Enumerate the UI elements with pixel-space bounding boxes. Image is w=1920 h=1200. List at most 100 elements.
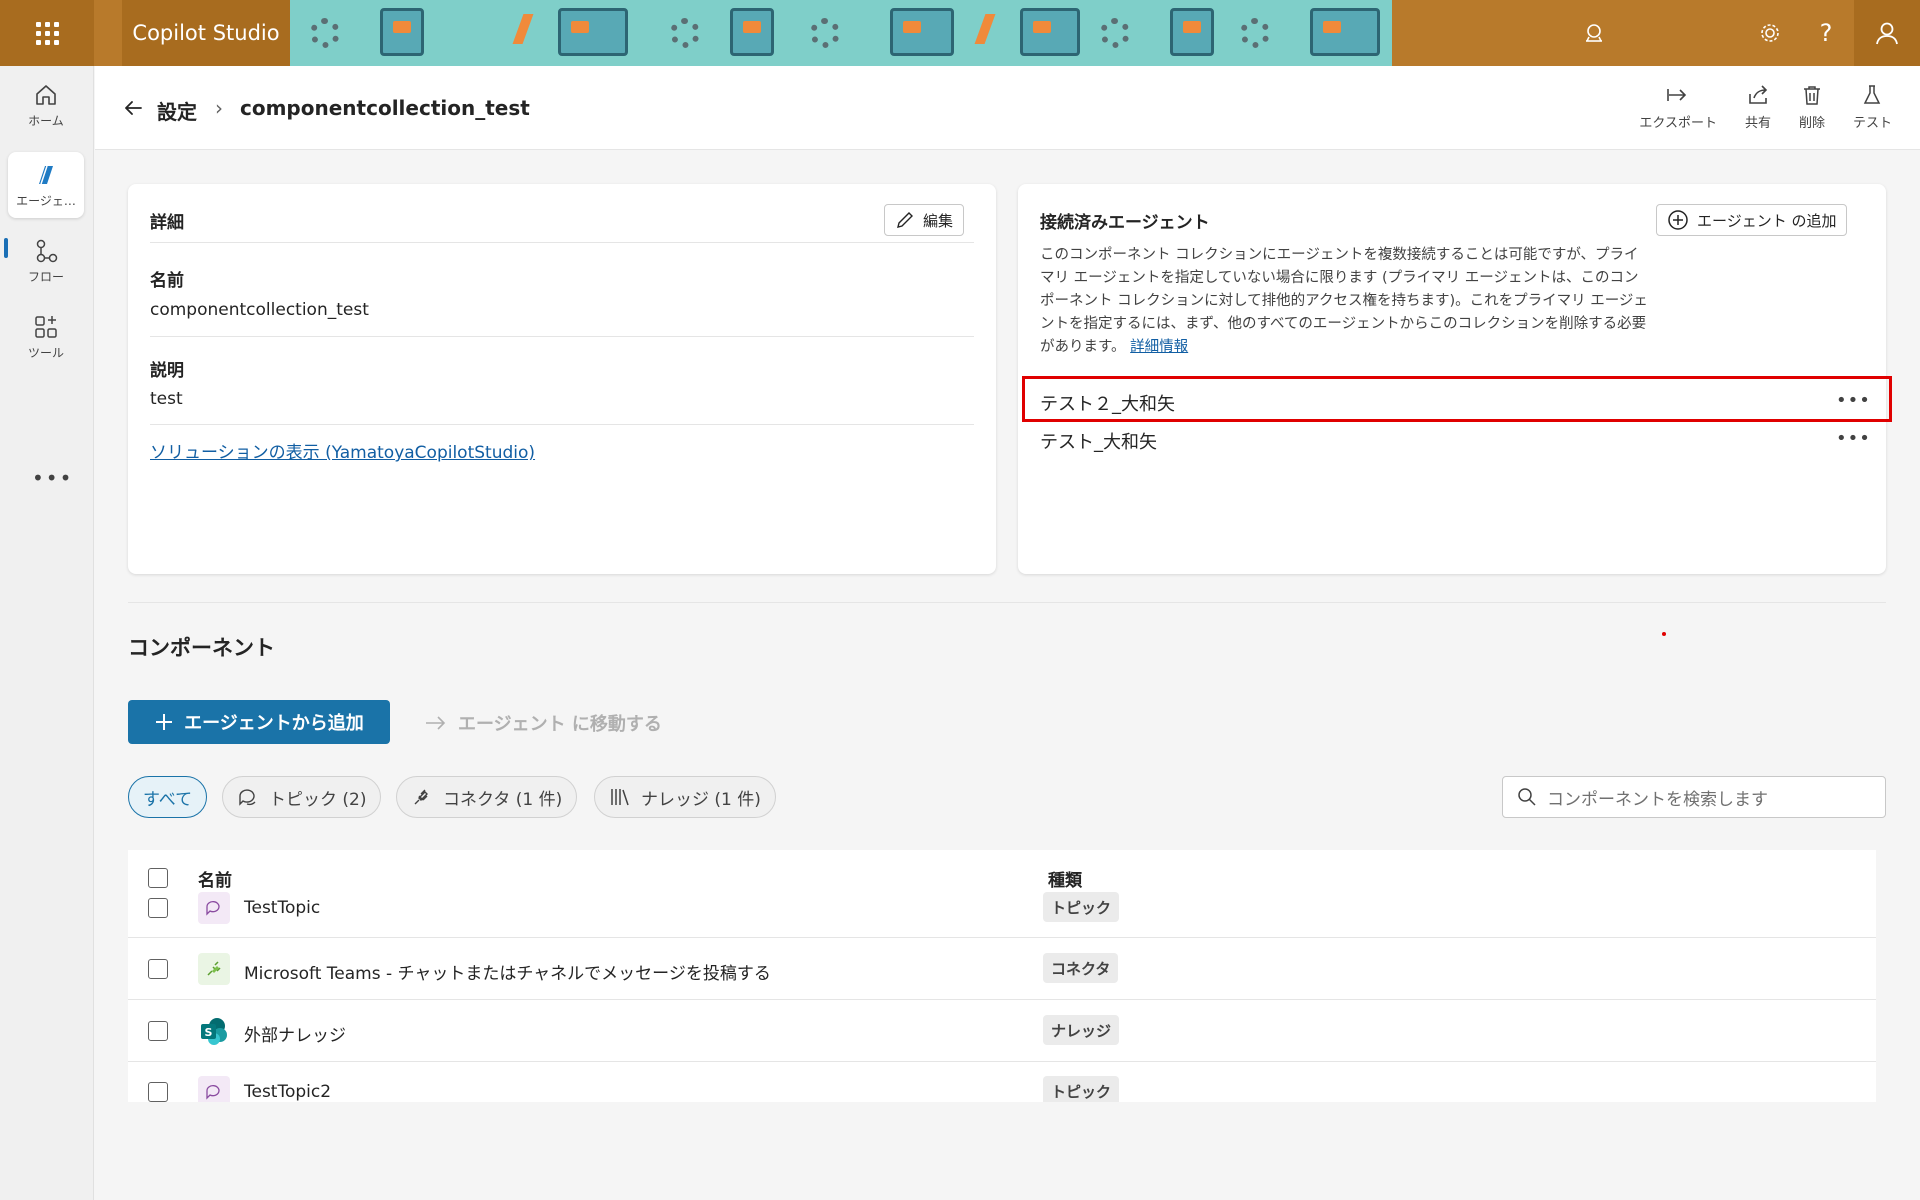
type-badge: コネクタ (1043, 953, 1119, 983)
app-launcher-button[interactable] (0, 0, 94, 66)
export-label: エクスポート (1639, 116, 1717, 131)
test-label: テスト (1852, 116, 1892, 131)
row-checkbox[interactable] (148, 1082, 168, 1102)
red-dot-marker (1662, 632, 1666, 636)
breadcrumb-separator: › (215, 96, 223, 120)
row-name[interactable]: Microsoft Teams - チャットまたはチャネルでメッセージを投稿する (244, 959, 771, 984)
components-title: コンポーネント (128, 636, 275, 660)
name-label: 名前 (150, 271, 184, 291)
export-button[interactable]: エクスポート (1639, 84, 1717, 131)
row-checkbox[interactable] (148, 1021, 168, 1041)
help-icon[interactable]: ? (1798, 0, 1854, 66)
trash-icon (1803, 86, 1820, 105)
row-name[interactable]: TestTopic (244, 898, 320, 918)
filter-knowledge-label: ナレッジ (1 件) (641, 789, 761, 810)
nav-tools[interactable]: ツール (8, 304, 84, 370)
add-agent-label: エージェント の追加 (1697, 211, 1837, 230)
breadcrumb-settings[interactable]: 設定 (157, 96, 197, 125)
pencil-icon (897, 212, 913, 228)
nav-agents[interactable]: エージェ… (8, 152, 84, 218)
svg-text:S: S (205, 1026, 213, 1039)
test-button[interactable]: テスト (1853, 84, 1892, 131)
page-header: 設定 › componentcollection_test エクスポート 共有 … (95, 66, 1920, 150)
nav-more-button[interactable]: ••• (32, 466, 73, 490)
filter-knowledge[interactable]: ナレッジ (1 件) (594, 776, 776, 818)
row-name[interactable]: 外部ナレッジ (244, 1021, 346, 1046)
components-table: 名前 種類 TestTopic トピック Microsoft Teams - チ… (128, 850, 1876, 1102)
type-badge: トピック (1043, 1076, 1120, 1102)
add-from-agent-button[interactable]: エージェントから追加 (128, 700, 390, 744)
share-icon (1749, 85, 1768, 104)
filter-connectors[interactable]: コネクタ (1 件) (396, 776, 578, 818)
flask-icon (1864, 85, 1881, 104)
topic-icon (198, 1076, 230, 1102)
filter-all[interactable]: すべて (128, 776, 208, 818)
nav-home[interactable]: ホーム (8, 72, 84, 138)
arrow-right-icon (426, 716, 446, 730)
tools-icon (35, 315, 57, 338)
move-to-agent-label: エージェント に移動する (458, 714, 662, 735)
share-button[interactable]: 共有 (1745, 84, 1771, 131)
home-icon (36, 84, 56, 105)
banner-image (290, 0, 1392, 66)
environment-name-blurred (1622, 0, 1742, 66)
row-checkbox[interactable] (148, 898, 168, 918)
connector-icon (198, 953, 230, 985)
agent-more-button[interactable]: ••• (1836, 428, 1871, 449)
filter-topics[interactable]: トピック (2) (222, 776, 382, 818)
export-icon (1667, 89, 1687, 101)
environment-icon[interactable] (1566, 0, 1622, 66)
select-all-checkbox[interactable] (148, 868, 168, 888)
add-agent-button[interactable]: エージェント の追加 (1656, 204, 1848, 236)
topic-icon (198, 892, 230, 924)
component-search-input[interactable]: コンポーネントを検索します (1502, 776, 1886, 818)
solution-link[interactable]: ソリューションの表示 (YamatoyaCopilotStudio) (150, 438, 535, 463)
nav-flows-label: フロー (27, 269, 64, 284)
chat-bubbles-icon (239, 789, 256, 806)
highlight-box (1022, 376, 1892, 422)
left-nav-rail: ホーム エージェ… フロー ツール ••• (0, 66, 94, 1200)
row-checkbox[interactable] (148, 959, 168, 979)
nav-home-label: ホーム (28, 113, 64, 128)
column-header-name[interactable]: 名前 (198, 866, 232, 891)
details-card: 詳細 編集 名前 componentcollection_test 説明 tes… (128, 184, 996, 574)
waffle-icon (35, 21, 59, 45)
row-name[interactable]: TestTopic2 (244, 1082, 331, 1102)
account-avatar-button[interactable] (1854, 0, 1920, 66)
add-circle-icon (1668, 210, 1688, 230)
nav-flows[interactable]: フロー (8, 228, 84, 294)
flow-icon (36, 239, 58, 262)
person-icon (1876, 22, 1898, 45)
column-header-type[interactable]: 種類 (1048, 866, 1082, 891)
agent-icon (39, 165, 53, 184)
add-from-agent-label: エージェントから追加 (184, 713, 364, 734)
search-placeholder: コンポーネントを検索します (1547, 789, 1768, 810)
move-to-agent-button[interactable]: エージェント に移動する (424, 710, 662, 736)
filter-topics-label: トピック (2) (269, 789, 367, 810)
plug-icon (414, 789, 428, 805)
filter-all-label: すべて (143, 789, 193, 810)
type-badge: トピック (1043, 892, 1120, 922)
nav-tools-label: ツール (27, 345, 64, 360)
details-title: 詳細 (150, 213, 184, 233)
app-title[interactable]: Copilot Studio (122, 0, 290, 66)
page-title: componentcollection_test (240, 96, 530, 120)
back-arrow-icon[interactable] (121, 96, 145, 120)
learn-more-link[interactable]: 詳細情報 (1130, 339, 1188, 355)
settings-gear-icon[interactable] (1742, 0, 1798, 66)
edit-button[interactable]: 編集 (884, 204, 965, 236)
delete-button[interactable]: 削除 (1799, 84, 1825, 131)
search-icon (1518, 788, 1536, 806)
nav-agents-label: エージェ… (16, 193, 76, 208)
delete-label: 削除 (1798, 116, 1825, 131)
type-badge: ナレッジ (1043, 1015, 1120, 1045)
connected-agents-description: このコンポーネント コレクションにエージェントを複数接続することは可能ですが、プ… (1040, 244, 1650, 359)
share-label: 共有 (1744, 116, 1771, 131)
filter-connectors-label: コネクタ (1 件) (443, 789, 563, 810)
connected-agents-title: 接続済みエージェント (1040, 213, 1210, 233)
library-icon (611, 789, 629, 806)
sharepoint-icon: S (198, 1015, 230, 1047)
description-value: test (150, 389, 183, 409)
agent-item[interactable]: テスト_大和矢 (1040, 428, 1157, 454)
header-actions: エクスポート 共有 削除 テスト (1639, 84, 1920, 131)
